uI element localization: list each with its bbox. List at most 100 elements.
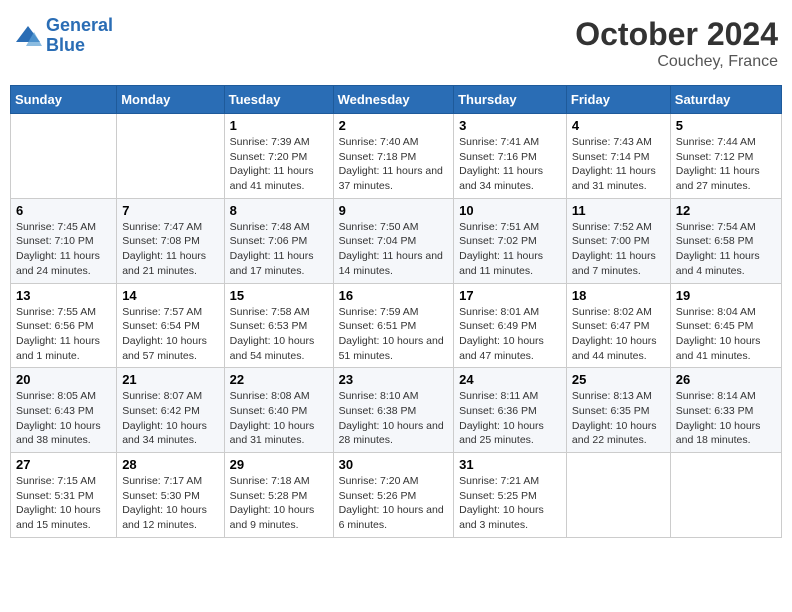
day-number: 6 bbox=[16, 203, 111, 218]
calendar-cell: 1Sunrise: 7:39 AMSunset: 7:20 PMDaylight… bbox=[224, 114, 333, 199]
day-number: 30 bbox=[339, 457, 449, 472]
calendar-cell: 12 Sunrise: 7:54 AMSunset: 6:58 PMDayligh… bbox=[670, 198, 781, 283]
day-info: Sunrise: 7:18 AMSunset: 5:28 PMDaylight:… bbox=[230, 474, 328, 533]
calendar-cell: 5 Sunrise: 7:44 AMSunset: 7:12 PMDaylight… bbox=[670, 114, 781, 199]
day-info: Sunrise: 7:40 AMSunset: 7:18 PMDaylight:… bbox=[339, 135, 449, 194]
calendar-week-row: 27 Sunrise: 7:15 AMSunset: 5:31 PMDayligh… bbox=[11, 453, 782, 538]
day-number: 16 bbox=[339, 288, 449, 303]
calendar-cell: 13 Sunrise: 7:55 AMSunset: 6:56 PMDayligh… bbox=[11, 283, 117, 368]
day-number: 26 bbox=[676, 372, 776, 387]
day-number: 31 bbox=[459, 457, 561, 472]
day-info: Sunrise: 7:58 AMSunset: 6:53 PMDaylight:… bbox=[230, 305, 328, 364]
calendar-cell: 21Sunrise: 8:07 AMSunset: 6:42 PMDayligh… bbox=[117, 368, 224, 453]
day-info: Sunrise: 7:15 AMSunset: 5:31 PMDaylight:… bbox=[16, 474, 111, 533]
calendar-cell: 20Sunrise: 8:05 AMSunset: 6:43 PMDayligh… bbox=[11, 368, 117, 453]
calendar-cell: 31 Sunrise: 7:21 AMSunset: 5:25 PMDayligh… bbox=[454, 453, 567, 538]
day-info: Sunrise: 7:47 AMSunset: 7:08 PMDaylight:… bbox=[122, 220, 218, 279]
day-number: 9 bbox=[339, 203, 449, 218]
day-number: 29 bbox=[230, 457, 328, 472]
calendar-week-row: 6 Sunrise: 7:45 AMSunset: 7:10 PMDaylight… bbox=[11, 198, 782, 283]
calendar-cell: 3 Sunrise: 7:41 AMSunset: 7:16 PMDaylight… bbox=[454, 114, 567, 199]
day-number: 28 bbox=[122, 457, 218, 472]
calendar-cell: 23Sunrise: 8:10 AMSunset: 6:38 PMDayligh… bbox=[333, 368, 454, 453]
calendar-cell: 8 Sunrise: 7:48 AMSunset: 7:06 PMDaylight… bbox=[224, 198, 333, 283]
calendar-cell: 14 Sunrise: 7:57 AMSunset: 6:54 PMDayligh… bbox=[117, 283, 224, 368]
calendar-cell: 18 Sunrise: 8:02 AMSunset: 6:47 PMDayligh… bbox=[566, 283, 670, 368]
calendar-cell: 30 Sunrise: 7:20 AMSunset: 5:26 PMDayligh… bbox=[333, 453, 454, 538]
day-info: Sunrise: 7:54 AMSunset: 6:58 PMDaylight:… bbox=[676, 220, 776, 279]
page-header: General Blue October 2024 Couchey, Franc… bbox=[10, 10, 782, 77]
calendar-cell: 19 Sunrise: 8:04 AMSunset: 6:45 PMDayligh… bbox=[670, 283, 781, 368]
day-info: Sunrise: 7:39 AMSunset: 7:20 PMDaylight:… bbox=[230, 135, 328, 194]
calendar-cell: 7 Sunrise: 7:47 AMSunset: 7:08 PMDaylight… bbox=[117, 198, 224, 283]
calendar-cell bbox=[566, 453, 670, 538]
day-info: Sunrise: 7:20 AMSunset: 5:26 PMDaylight:… bbox=[339, 474, 449, 533]
weekday-header-friday: Friday bbox=[566, 86, 670, 114]
day-number: 21 bbox=[122, 372, 218, 387]
day-number: 11 bbox=[572, 203, 665, 218]
calendar-cell bbox=[670, 453, 781, 538]
day-info: Sunrise: 7:44 AMSunset: 7:12 PMDaylight:… bbox=[676, 135, 776, 194]
day-info: Sunrise: 8:04 AMSunset: 6:45 PMDaylight:… bbox=[676, 305, 776, 364]
weekday-header-sunday: Sunday bbox=[11, 86, 117, 114]
calendar-week-row: 13 Sunrise: 7:55 AMSunset: 6:56 PMDayligh… bbox=[11, 283, 782, 368]
logo-line2: Blue bbox=[46, 35, 85, 55]
calendar-cell: 24Sunrise: 8:11 AMSunset: 6:36 PMDayligh… bbox=[454, 368, 567, 453]
calendar-cell: 11 Sunrise: 7:52 AMSunset: 7:00 PMDayligh… bbox=[566, 198, 670, 283]
day-info: Sunrise: 7:51 AMSunset: 7:02 PMDaylight:… bbox=[459, 220, 561, 279]
weekday-header-row: SundayMondayTuesdayWednesdayThursdayFrid… bbox=[11, 86, 782, 114]
day-number: 14 bbox=[122, 288, 218, 303]
day-number: 22 bbox=[230, 372, 328, 387]
logo-line1: General bbox=[46, 15, 113, 35]
day-info: Sunrise: 7:50 AMSunset: 7:04 PMDaylight:… bbox=[339, 220, 449, 279]
day-number: 19 bbox=[676, 288, 776, 303]
calendar-table: SundayMondayTuesdayWednesdayThursdayFrid… bbox=[10, 85, 782, 538]
calendar-week-row: 20Sunrise: 8:05 AMSunset: 6:43 PMDayligh… bbox=[11, 368, 782, 453]
day-number: 3 bbox=[459, 118, 561, 133]
weekday-header-monday: Monday bbox=[117, 86, 224, 114]
day-info: Sunrise: 8:01 AMSunset: 6:49 PMDaylight:… bbox=[459, 305, 561, 364]
day-info: Sunrise: 8:14 AMSunset: 6:33 PMDaylight:… bbox=[676, 389, 776, 448]
day-number: 18 bbox=[572, 288, 665, 303]
day-number: 23 bbox=[339, 372, 449, 387]
day-info: Sunrise: 7:55 AMSunset: 6:56 PMDaylight:… bbox=[16, 305, 111, 364]
calendar-cell: 22Sunrise: 8:08 AMSunset: 6:40 PMDayligh… bbox=[224, 368, 333, 453]
calendar-cell: 16Sunrise: 7:59 AMSunset: 6:51 PMDayligh… bbox=[333, 283, 454, 368]
day-number: 17 bbox=[459, 288, 561, 303]
weekday-header-wednesday: Wednesday bbox=[333, 86, 454, 114]
day-number: 5 bbox=[676, 118, 776, 133]
day-info: Sunrise: 8:13 AMSunset: 6:35 PMDaylight:… bbox=[572, 389, 665, 448]
day-number: 12 bbox=[676, 203, 776, 218]
day-info: Sunrise: 7:17 AMSunset: 5:30 PMDaylight:… bbox=[122, 474, 218, 533]
calendar-cell: 15 Sunrise: 7:58 AMSunset: 6:53 PMDayligh… bbox=[224, 283, 333, 368]
day-number: 15 bbox=[230, 288, 328, 303]
calendar-cell: 4Sunrise: 7:43 AMSunset: 7:14 PMDaylight… bbox=[566, 114, 670, 199]
weekday-header-thursday: Thursday bbox=[454, 86, 567, 114]
location-title: Couchey, France bbox=[575, 53, 778, 71]
day-info: Sunrise: 7:52 AMSunset: 7:00 PMDaylight:… bbox=[572, 220, 665, 279]
calendar-cell: 10Sunrise: 7:51 AMSunset: 7:02 PMDayligh… bbox=[454, 198, 567, 283]
calendar-cell: 25Sunrise: 8:13 AMSunset: 6:35 PMDayligh… bbox=[566, 368, 670, 453]
day-number: 7 bbox=[122, 203, 218, 218]
calendar-cell bbox=[11, 114, 117, 199]
day-info: Sunrise: 7:21 AMSunset: 5:25 PMDaylight:… bbox=[459, 474, 561, 533]
weekday-header-saturday: Saturday bbox=[670, 86, 781, 114]
calendar-cell: 6 Sunrise: 7:45 AMSunset: 7:10 PMDaylight… bbox=[11, 198, 117, 283]
calendar-week-row: 1Sunrise: 7:39 AMSunset: 7:20 PMDaylight… bbox=[11, 114, 782, 199]
day-number: 13 bbox=[16, 288, 111, 303]
day-number: 24 bbox=[459, 372, 561, 387]
calendar-cell: 17 Sunrise: 8:01 AMSunset: 6:49 PMDayligh… bbox=[454, 283, 567, 368]
calendar-cell: 2Sunrise: 7:40 AMSunset: 7:18 PMDaylight… bbox=[333, 114, 454, 199]
calendar-cell: 28 Sunrise: 7:17 AMSunset: 5:30 PMDayligh… bbox=[117, 453, 224, 538]
day-info: Sunrise: 7:43 AMSunset: 7:14 PMDaylight:… bbox=[572, 135, 665, 194]
day-number: 8 bbox=[230, 203, 328, 218]
day-info: Sunrise: 8:02 AMSunset: 6:47 PMDaylight:… bbox=[572, 305, 665, 364]
day-info: Sunrise: 8:05 AMSunset: 6:43 PMDaylight:… bbox=[16, 389, 111, 448]
day-number: 27 bbox=[16, 457, 111, 472]
day-info: Sunrise: 7:57 AMSunset: 6:54 PMDaylight:… bbox=[122, 305, 218, 364]
day-info: Sunrise: 7:41 AMSunset: 7:16 PMDaylight:… bbox=[459, 135, 561, 194]
calendar-cell: 9 Sunrise: 7:50 AMSunset: 7:04 PMDaylight… bbox=[333, 198, 454, 283]
day-info: Sunrise: 7:45 AMSunset: 7:10 PMDaylight:… bbox=[16, 220, 111, 279]
day-info: Sunrise: 7:48 AMSunset: 7:06 PMDaylight:… bbox=[230, 220, 328, 279]
weekday-header-tuesday: Tuesday bbox=[224, 86, 333, 114]
